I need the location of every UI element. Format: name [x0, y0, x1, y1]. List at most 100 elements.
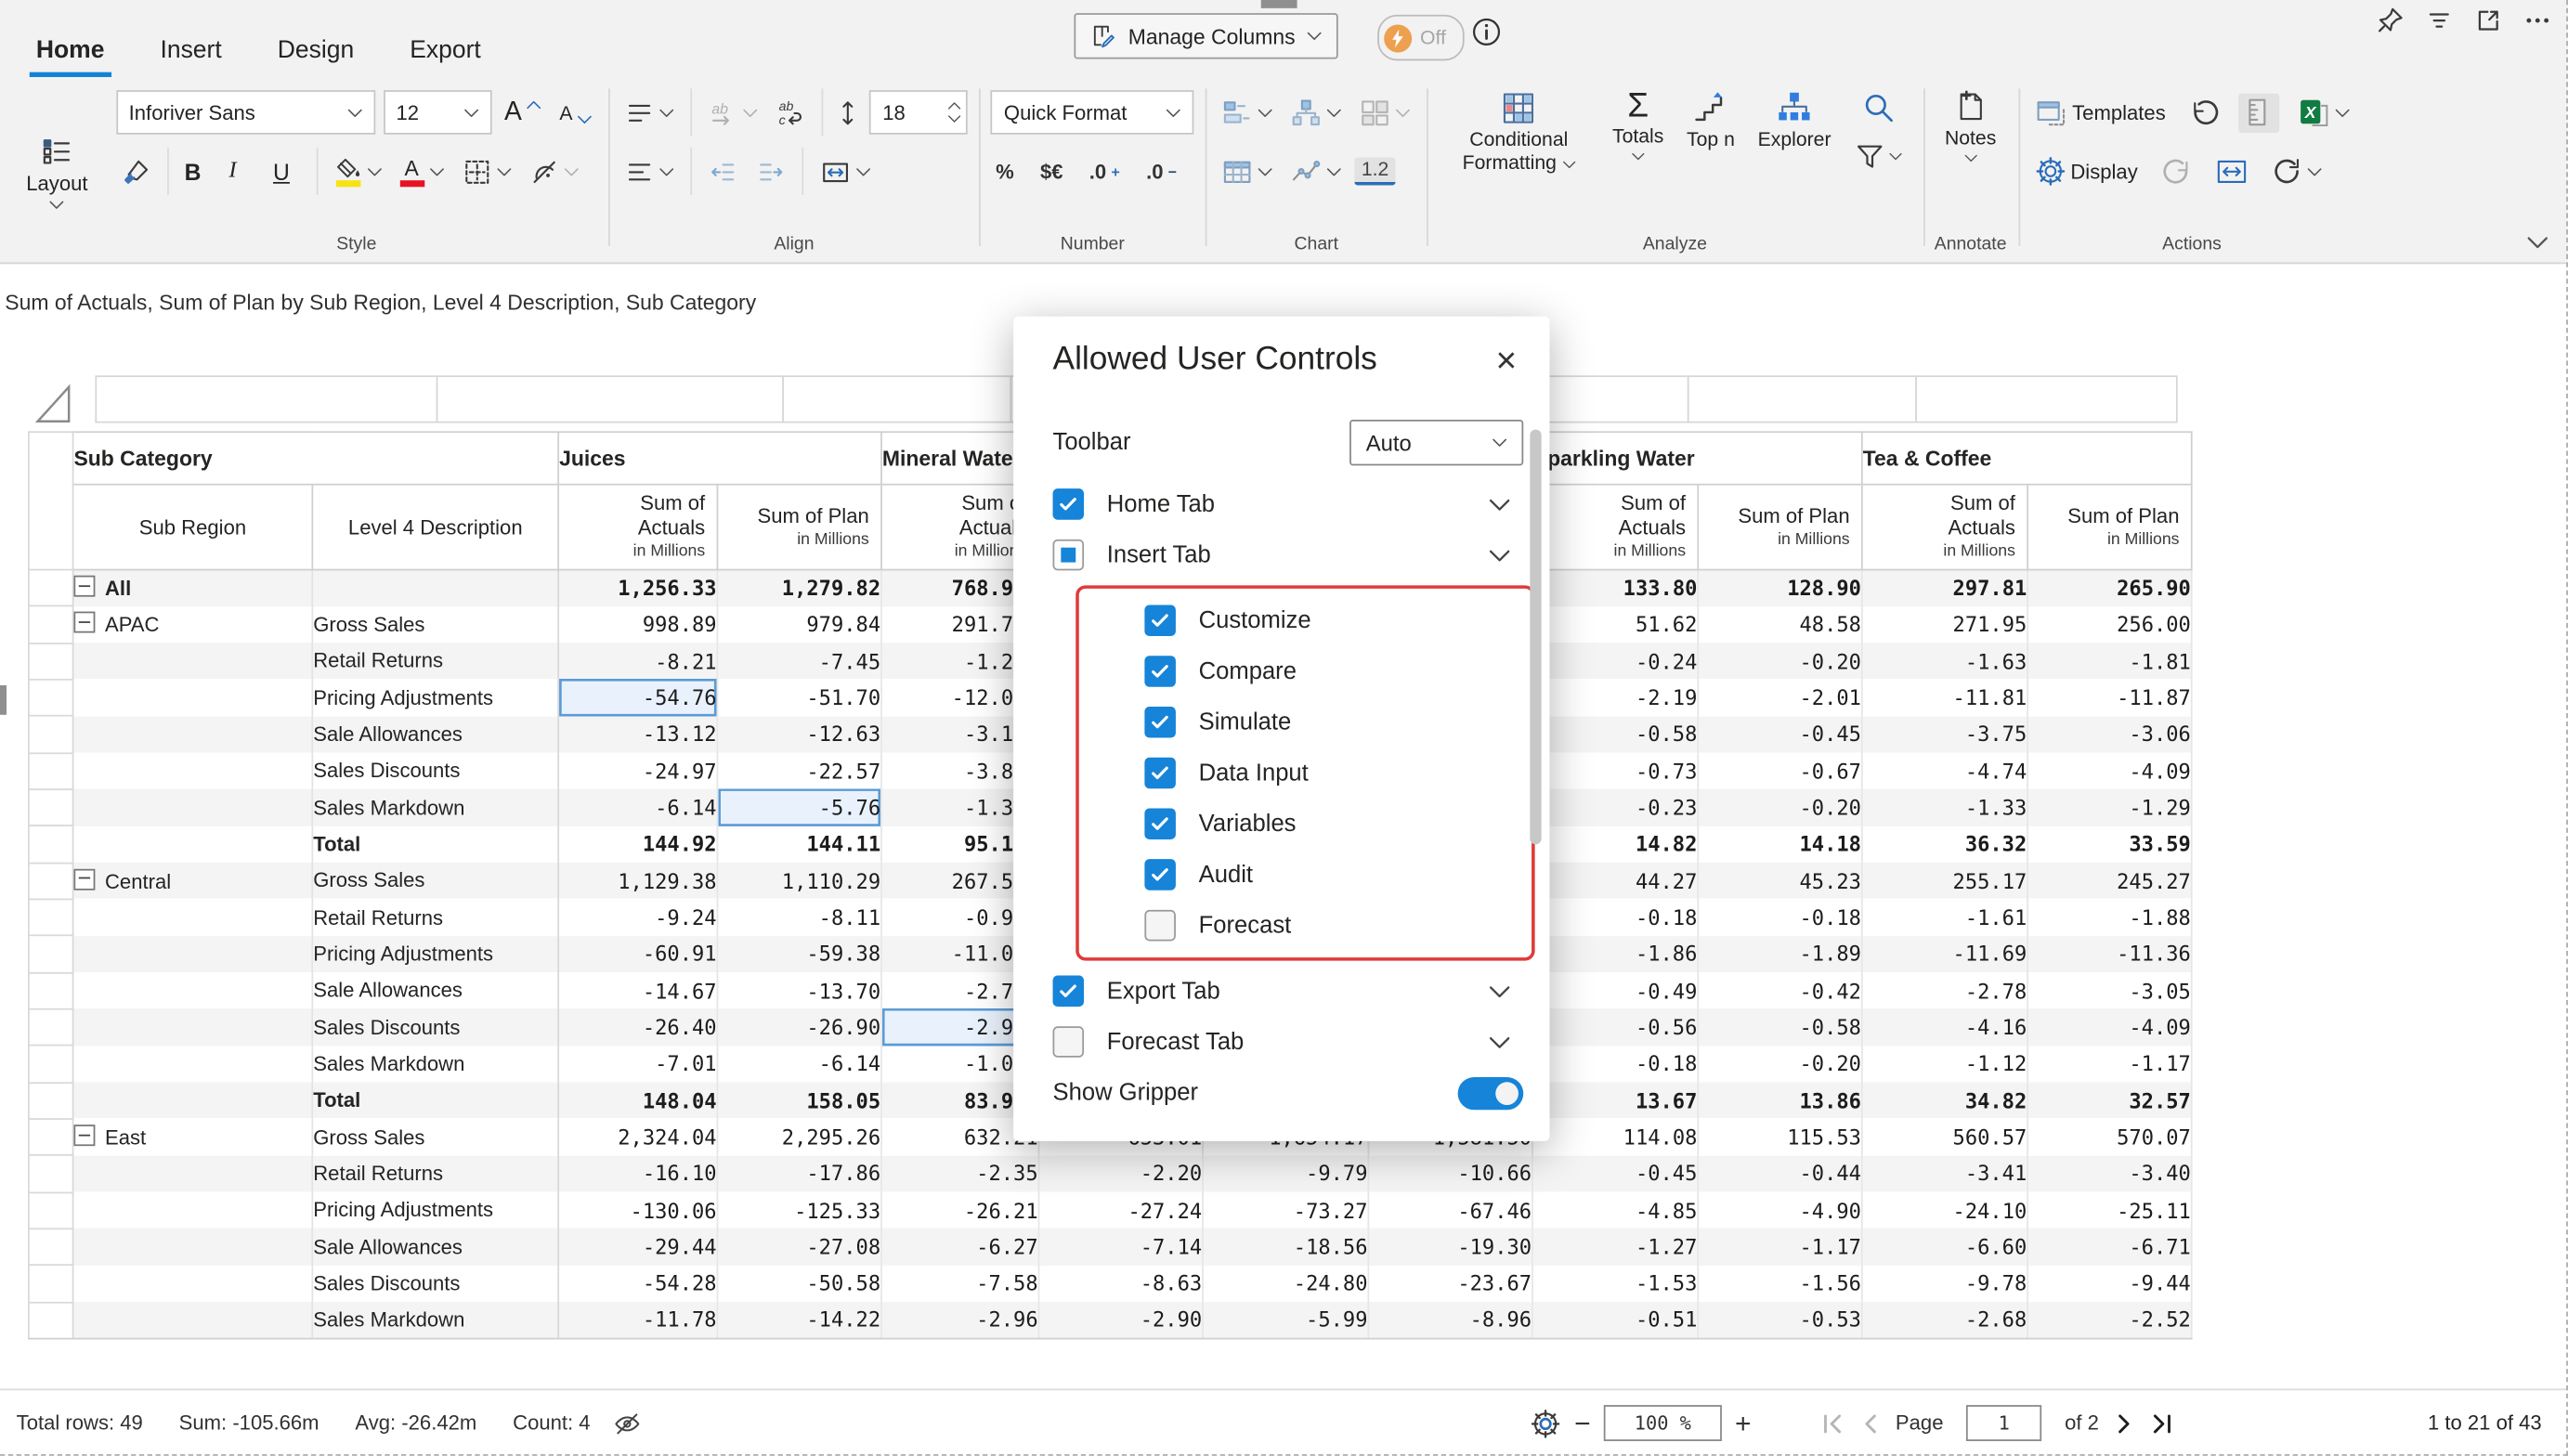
checked-checkbox[interactable] [1144, 707, 1176, 738]
level4-cell[interactable]: Gross Sales [312, 863, 558, 899]
value-cell[interactable]: -0.49 [1532, 972, 1698, 1008]
value-cell[interactable]: -130.06 [558, 1192, 717, 1228]
value-cell[interactable]: -0.73 [1532, 753, 1698, 789]
percent-format-button[interactable]: % [991, 157, 1019, 187]
borders-button[interactable] [457, 153, 516, 189]
row-grip[interactable] [29, 789, 73, 826]
decrease-indent-button[interactable] [704, 153, 743, 189]
value-cell[interactable]: -1.17 [2027, 1046, 2192, 1082]
value-cell[interactable]: -8.96 [1368, 1302, 1532, 1338]
line-chart-button[interactable] [1286, 153, 1347, 189]
value-cell[interactable]: 44.27 [1532, 863, 1698, 899]
row-height-stepper[interactable]: 18 [869, 90, 968, 135]
value-cell[interactable]: -11.69 [1862, 936, 2027, 972]
value-cell[interactable]: -1.27 [1532, 1228, 1698, 1265]
level4-cell[interactable]: Retail Returns [312, 1155, 558, 1191]
value-cell[interactable]: 14.18 [1698, 826, 1862, 863]
header-sum-of-plan[interactable]: Sum of Planin Millions [2027, 485, 2192, 570]
value-cell[interactable]: -29.44 [558, 1228, 717, 1265]
value-cell[interactable]: -1.33 [1862, 789, 2027, 826]
checked-checkbox[interactable] [1144, 656, 1176, 687]
value-cell[interactable]: -0.18 [1532, 1046, 1698, 1082]
value-cell[interactable]: 1,279.82 [717, 570, 881, 606]
last-page-icon[interactable] [2150, 1410, 2174, 1435]
column-width-button[interactable] [815, 153, 876, 189]
font-name-select[interactable]: Inforiver Sans [116, 90, 375, 135]
row-grip[interactable] [29, 570, 73, 606]
value-cell[interactable]: -0.58 [1532, 716, 1698, 752]
value-cell[interactable]: 2,295.26 [717, 1119, 881, 1155]
value-cell[interactable]: -3.75 [1862, 716, 2027, 752]
value-cell[interactable]: 32.57 [2027, 1082, 2192, 1118]
value-cell[interactable]: -0.58 [1698, 1009, 1862, 1046]
level4-cell[interactable]: Sales Discounts [312, 1009, 558, 1046]
level4-cell[interactable]: Sale Allowances [312, 972, 558, 1008]
value-cell[interactable]: -0.51 [1532, 1302, 1698, 1338]
value-cell[interactable]: -11.87 [2027, 680, 2192, 716]
empty-cell[interactable] [95, 375, 437, 422]
hierarchy-chart-button[interactable] [1286, 95, 1347, 131]
level4-cell[interactable]: Gross Sales [312, 1119, 558, 1155]
value-cell[interactable]: 1,110.29 [717, 863, 881, 899]
vertical-align-button[interactable] [620, 95, 680, 131]
value-cell[interactable]: -2.68 [1862, 1302, 2027, 1338]
value-cell[interactable]: 297.81 [1862, 570, 2027, 606]
region-cell[interactable] [73, 1082, 313, 1118]
row-grip[interactable] [29, 863, 73, 899]
region-cell[interactable] [73, 643, 313, 679]
checked-checkbox[interactable] [1144, 859, 1176, 890]
value-cell[interactable]: -4.09 [2027, 753, 2192, 789]
header-sum-of-plan[interactable]: Sum of Planin Millions [1698, 485, 1862, 570]
value-cell[interactable]: -3.05 [2027, 972, 2192, 1008]
font-size-select[interactable]: 12 [383, 90, 491, 135]
format-painter-button[interactable] [116, 153, 155, 189]
decrease-font-button[interactable]: A [554, 98, 597, 127]
value-cell[interactable]: -23.67 [1368, 1266, 1532, 1302]
level4-cell[interactable] [312, 570, 558, 606]
toolbar-mode-select[interactable]: Auto [1349, 420, 1523, 465]
horizontal-align-button[interactable] [620, 153, 680, 189]
power-mode-toggle[interactable]: Off [1377, 15, 1464, 60]
italic-button[interactable]: I [224, 157, 260, 187]
collapse-icon[interactable] [73, 1124, 95, 1146]
collapse-icon[interactable] [73, 868, 95, 890]
bold-button[interactable]: B [179, 157, 215, 187]
value-cell[interactable]: -8.63 [1039, 1266, 1204, 1302]
value-cell[interactable]: 245.27 [2027, 863, 2192, 899]
row-grip[interactable] [29, 1302, 73, 1338]
value-cell[interactable]: 13.86 [1698, 1082, 1862, 1118]
value-cell[interactable]: -24.80 [1203, 1266, 1368, 1302]
increase-indent-button[interactable] [751, 153, 790, 189]
level4-cell[interactable]: Total [312, 1082, 558, 1118]
value-cell[interactable]: -4.90 [1698, 1192, 1862, 1228]
value-cell[interactable]: -54.76 [558, 680, 717, 716]
value-cell[interactable]: -125.33 [717, 1192, 881, 1228]
row-grip[interactable] [29, 606, 73, 643]
chevron-down-icon[interactable] [1489, 984, 1510, 997]
value-cell[interactable]: -7.14 [1039, 1228, 1204, 1265]
level4-cell[interactable]: Sales Discounts [312, 753, 558, 789]
undo-button[interactable] [2183, 94, 2224, 132]
header-sum-of-plan[interactable]: Sum of Planin Millions [717, 485, 881, 570]
focus-mode-icon[interactable] [2474, 6, 2502, 34]
region-cell[interactable] [73, 1155, 313, 1191]
value-cell[interactable]: -2.35 [881, 1155, 1038, 1191]
value-cell[interactable]: -17.86 [717, 1155, 881, 1191]
value-cell[interactable]: -0.53 [1698, 1302, 1862, 1338]
value-cell[interactable]: -1.53 [1532, 1266, 1698, 1302]
region-cell[interactable]: All [73, 570, 313, 606]
layout-chart-button[interactable] [1355, 95, 1415, 131]
row-grip[interactable] [29, 1192, 73, 1228]
value-cell[interactable]: -6.14 [717, 1046, 881, 1082]
value-cell[interactable]: -6.14 [558, 789, 717, 826]
export-excel-button[interactable]: X [2292, 93, 2354, 132]
region-cell[interactable] [73, 936, 313, 972]
row-grip[interactable] [29, 680, 73, 716]
value-cell[interactable]: -1.29 [2027, 789, 2192, 826]
tab-insert[interactable]: Insert [153, 36, 228, 77]
fit-width-button[interactable] [2210, 152, 2252, 190]
indeterminate-checkbox[interactable] [1053, 540, 1085, 571]
value-cell[interactable]: -22.57 [717, 753, 881, 789]
region-cell[interactable] [73, 789, 313, 826]
page-number-input[interactable]: 1 [1966, 1405, 2041, 1441]
